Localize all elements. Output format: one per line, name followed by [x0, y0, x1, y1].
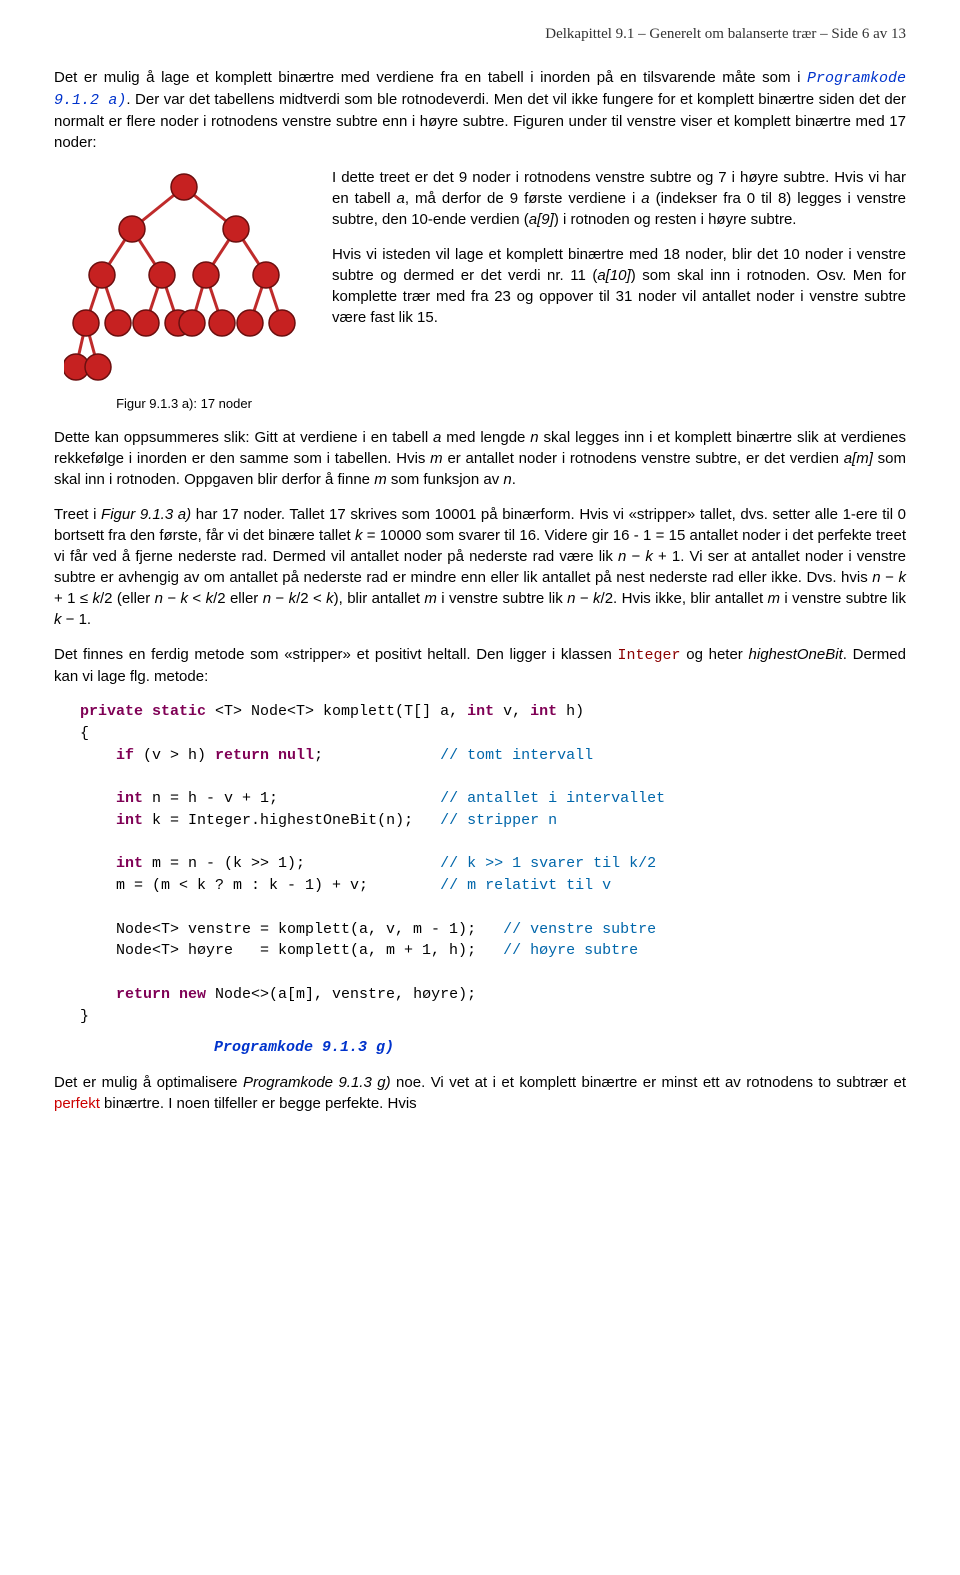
t: a	[641, 190, 649, 207]
t: Figur 9.1.3 a)	[101, 506, 191, 523]
t: , må derfor de 9 første verdiene i	[405, 190, 641, 207]
code-block: private static <T> Node<T> komplett(T[] …	[80, 701, 906, 1027]
t: Treet i	[54, 506, 101, 523]
t: −	[626, 548, 645, 565]
t: noe. Vi vet at i et komplett binærtre er…	[391, 1074, 906, 1091]
t: k	[593, 590, 601, 607]
t: m	[424, 590, 437, 607]
t: Det finnes en ferdig metode som «strippe…	[54, 646, 618, 663]
method-paragraph: Det finnes en ferdig metode som «strippe…	[54, 644, 906, 687]
t: m	[430, 450, 443, 467]
t: Dette kan oppsummeres slik: Gitt at verd…	[54, 429, 433, 446]
t: −	[271, 590, 289, 607]
t: ), blir antallet	[334, 590, 425, 607]
t: k	[181, 590, 189, 607]
t: /2 eller	[213, 590, 263, 607]
t: som funksjon av	[387, 471, 504, 488]
t: i venstre subtre lik	[780, 590, 906, 607]
t: −	[881, 569, 899, 586]
t: Programkode 9.1.3 g)	[243, 1074, 391, 1091]
code-label: Programkode 9.1.3 g)	[214, 1037, 906, 1058]
t: m	[768, 590, 781, 607]
closing-paragraph: Det er mulig å optimalisere Programkode …	[54, 1072, 906, 1114]
t: binærtre. I noen tilfeller er begge perf…	[100, 1095, 417, 1112]
t: + 1 ≤	[54, 590, 93, 607]
t: er antallet noder i rotnodens venstre su…	[443, 450, 844, 467]
t: Det er mulig å optimalisere	[54, 1074, 243, 1091]
t: highestOneBit	[749, 646, 843, 663]
t: k	[645, 548, 653, 565]
t: −	[163, 590, 181, 607]
t: perfekt	[54, 1095, 100, 1112]
t: k	[93, 590, 101, 607]
t: /2. Hvis ikke, blir antallet	[601, 590, 768, 607]
t: − 1.	[62, 611, 92, 628]
t: a[9]	[529, 211, 554, 228]
t: Integer	[618, 647, 681, 664]
t: i venstre subtre lik	[437, 590, 567, 607]
beside-paragraph-1: I dette treet er det 9 noder i rotnodens…	[332, 167, 906, 230]
summary-paragraph: Dette kan oppsummeres slik: Gitt at verd…	[54, 427, 906, 490]
t: k	[898, 569, 906, 586]
t: k	[289, 590, 297, 607]
t: <	[188, 590, 206, 607]
p1a: Det er mulig å lage et komplett binærtre…	[54, 69, 807, 86]
t: /2 (eller	[100, 590, 155, 607]
t: a	[397, 190, 405, 207]
t: .	[512, 471, 516, 488]
t: og heter	[681, 646, 749, 663]
t: n	[567, 590, 575, 607]
t: k	[206, 590, 214, 607]
t: med lengde	[441, 429, 530, 446]
tree-figure	[64, 167, 304, 387]
intro-paragraph: Det er mulig å lage et komplett binærtre…	[54, 67, 906, 153]
t: a[10]	[597, 267, 630, 284]
t: n	[872, 569, 880, 586]
page-header: Delkapittel 9.1 – Generelt om balanserte…	[54, 24, 906, 45]
beside-paragraph-2: Hvis vi isteden vil lage et komplett bin…	[332, 244, 906, 328]
t: k	[326, 590, 334, 607]
t: /2 <	[296, 590, 326, 607]
t: n	[530, 429, 538, 446]
t: −	[576, 590, 594, 607]
analysis-paragraph: Treet i Figur 9.1.3 a) har 17 noder. Tal…	[54, 504, 906, 630]
t: n	[155, 590, 163, 607]
t: k	[54, 611, 62, 628]
t: a[m]	[844, 450, 873, 467]
t: ) i rotnoden og resten i høyre subtre.	[554, 211, 797, 228]
t: n	[503, 471, 511, 488]
t: m	[374, 471, 387, 488]
figure-caption: Figur 9.1.3 a): 17 noder	[116, 395, 252, 413]
t: n	[263, 590, 271, 607]
p1c: . Der var det tabellens midtverdi som bl…	[54, 91, 906, 151]
